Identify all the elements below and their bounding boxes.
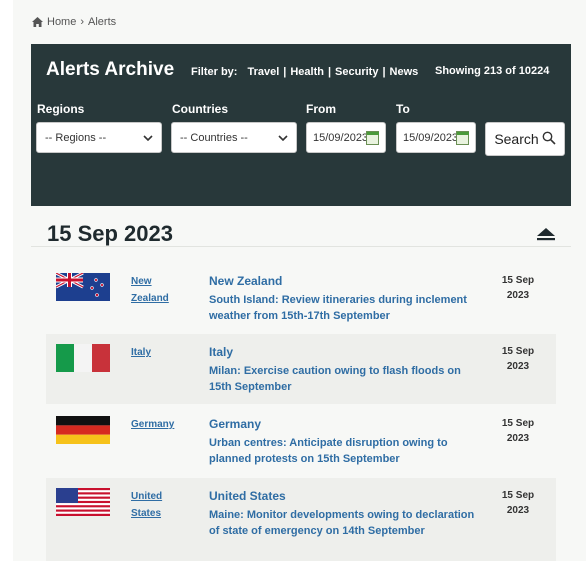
italy-flag-icon <box>56 344 110 372</box>
filter-news-link[interactable]: News <box>386 66 423 78</box>
regions-label: Regions <box>37 102 85 116</box>
alert-description-link[interactable]: Maine: Monitor developments owing to dec… <box>209 507 484 539</box>
to-date-input[interactable]: 15/09/2023 <box>396 122 476 153</box>
results-count: Showing 213 of 10224 <box>435 65 550 77</box>
regions-select-value: -- Regions -- <box>45 131 107 144</box>
calendar-icon[interactable] <box>365 130 379 145</box>
countries-select-value: -- Countries -- <box>180 131 248 144</box>
from-date-input[interactable]: 15/09/2023 <box>306 122 386 153</box>
alert-date: 15 Sep 2023 <box>498 488 538 518</box>
date-group-title: 15 Sep 2023 <box>47 221 173 246</box>
breadcrumb-current: Alerts <box>88 16 117 28</box>
filter-panel: Alerts Archive Filter by: Travel | Healt… <box>31 44 571 206</box>
from-label: From <box>306 102 336 116</box>
countries-label: Countries <box>172 102 229 116</box>
alert-description-link[interactable]: Milan: Exercise caution owing to flash f… <box>209 363 484 395</box>
page-title: Alerts Archive <box>46 59 175 80</box>
search-icon <box>542 131 556 148</box>
filter-label: Filter by: <box>191 66 238 78</box>
filter-health-link[interactable]: Health <box>286 66 328 78</box>
alert-description-link[interactable]: Urban centres: Anticipate disruption owi… <box>209 435 484 467</box>
germany-flag-icon <box>56 416 110 444</box>
alert-date: 15 Sep 2023 <box>498 416 538 446</box>
alert-description-link[interactable]: South Island: Review itineraries during … <box>209 292 484 324</box>
country-link[interactable]: United States <box>131 488 186 522</box>
new-zealand-flag-icon <box>56 273 110 301</box>
regions-select[interactable]: -- Regions -- <box>36 122 162 153</box>
to-date-value: 15/09/2023 <box>403 131 456 144</box>
from-date-value: 15/09/2023 <box>313 131 366 144</box>
chevron-down-icon <box>278 134 288 141</box>
collapse-triangle-icon[interactable] <box>535 226 557 242</box>
alert-row: United States United States Maine: Monit… <box>46 478 556 561</box>
alert-country-title[interactable]: Italy <box>209 345 233 359</box>
chevron-down-icon <box>143 134 153 141</box>
country-link[interactable]: Italy <box>131 344 186 361</box>
alert-date-year: 2023 <box>506 361 530 372</box>
filter-security-link[interactable]: Security <box>331 66 382 78</box>
breadcrumb: Home › Alerts <box>32 16 116 28</box>
countries-select[interactable]: -- Countries -- <box>171 122 297 153</box>
alert-date-day: 15 Sep <box>501 490 535 501</box>
alert-row: Italy Italy Milan: Exercise caution owin… <box>46 334 556 404</box>
country-link[interactable]: Germany <box>131 416 186 433</box>
alert-date-year: 2023 <box>506 290 530 301</box>
to-label: To <box>396 102 410 116</box>
filter-travel-link[interactable]: Travel <box>243 66 283 78</box>
date-group-header: 15 Sep 2023 <box>31 216 571 247</box>
home-icon[interactable] <box>32 17 43 27</box>
search-button-label: Search <box>494 131 539 147</box>
alert-date: 15 Sep 2023 <box>498 273 538 303</box>
alert-row: New Zealand New Zealand South Island: Re… <box>46 263 556 333</box>
breadcrumb-home-link[interactable]: Home <box>47 16 76 28</box>
search-button[interactable]: Search <box>485 122 565 156</box>
alert-date-year: 2023 <box>506 433 530 444</box>
calendar-icon[interactable] <box>455 130 469 145</box>
alert-date-day: 15 Sep <box>501 418 535 429</box>
country-link[interactable]: New Zealand <box>131 273 186 307</box>
breadcrumb-separator: › <box>80 16 85 28</box>
alert-date-day: 15 Sep <box>501 275 535 286</box>
alert-country-title[interactable]: Germany <box>209 417 261 431</box>
alert-date-year: 2023 <box>506 505 530 516</box>
alert-date-day: 15 Sep <box>501 346 535 357</box>
filter-bar: Filter by: Travel | Health | Security | … <box>191 66 422 78</box>
alert-date: 15 Sep 2023 <box>498 344 538 374</box>
alert-country-title[interactable]: United States <box>209 489 286 503</box>
alert-row: Germany Germany Urban centres: Anticipat… <box>46 406 556 476</box>
alert-country-title[interactable]: New Zealand <box>209 274 282 288</box>
usa-flag-icon <box>56 488 110 516</box>
